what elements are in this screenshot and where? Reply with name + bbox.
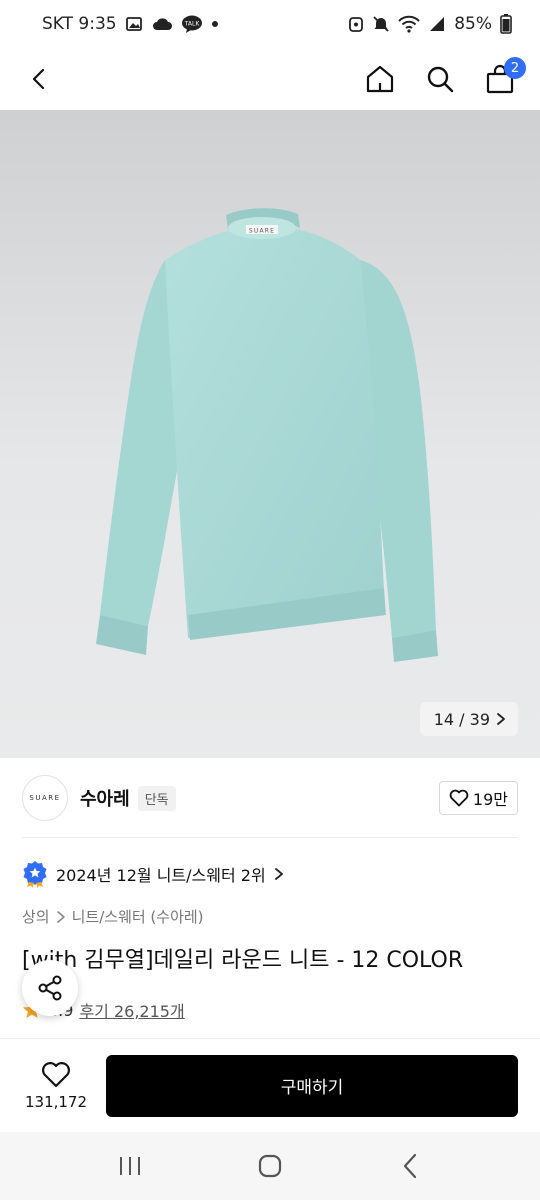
battery-icon xyxy=(500,14,512,34)
share-icon xyxy=(38,975,62,1001)
dot-icon xyxy=(211,20,219,28)
sweater-image: SUARE xyxy=(96,208,438,662)
product-title: [with 김무열]데일리 라운드 니트 - 12 COLOR xyxy=(22,948,464,973)
ranking-link[interactable]: 2024년 12월 니트/스웨터 2위 xyxy=(22,858,284,890)
home-icon xyxy=(366,65,394,93)
battery-percent: 85% xyxy=(454,14,492,34)
share-button[interactable] xyxy=(22,960,78,1016)
image-counter-text: 14 / 39 xyxy=(433,709,490,729)
signal-icon xyxy=(428,15,446,33)
chevron-left-icon xyxy=(32,68,45,90)
divider xyxy=(22,837,518,838)
top-nav: 2 xyxy=(0,48,540,110)
purchase-bar: 131,172 구매하기 xyxy=(0,1038,540,1132)
exclusive-tag: 단독 xyxy=(137,785,176,811)
wifi-icon xyxy=(398,15,420,33)
category-sub[interactable]: 니트/스웨터 (수아레) xyxy=(72,906,204,927)
brand-like-count: 19만 xyxy=(472,790,508,809)
gallery-icon xyxy=(125,15,143,33)
alarm-icon xyxy=(348,15,364,33)
review-count-link[interactable]: 후기 26,215개 xyxy=(79,998,184,1022)
search-icon xyxy=(427,66,454,93)
brand-logo-text: SUARE xyxy=(29,794,61,802)
ranking-text: 2024년 12월 니트/스웨터 2위 xyxy=(56,866,266,885)
system-nav-bar xyxy=(0,1132,540,1200)
recent-apps-icon xyxy=(120,1157,140,1175)
system-home-button[interactable] xyxy=(240,1141,300,1191)
search-button[interactable] xyxy=(420,59,460,99)
back-arrow-icon xyxy=(403,1153,417,1179)
home-circle-icon xyxy=(258,1154,282,1178)
product-image[interactable]: SUARE 14 / 39 xyxy=(0,110,540,758)
status-right: 85% xyxy=(348,14,512,34)
home-button[interactable] xyxy=(360,59,400,99)
carrier-time: SKT 9:35 xyxy=(42,14,117,34)
cart-button[interactable]: 2 xyxy=(480,57,526,99)
category-top[interactable]: 상의 xyxy=(22,906,50,927)
status-left: SKT 9:35 TALK xyxy=(42,14,219,34)
heart-icon xyxy=(449,789,469,807)
heart-icon xyxy=(42,1061,70,1087)
talk-icon: TALK xyxy=(181,15,203,33)
category-breadcrumb: 상의 니트/스웨터 (수아레) xyxy=(22,906,204,927)
mute-icon xyxy=(372,15,390,33)
wishlist-button[interactable]: 131,172 xyxy=(18,1061,94,1111)
chevron-right-icon xyxy=(56,910,65,923)
buy-button[interactable]: 구매하기 xyxy=(106,1054,518,1117)
cart-count-badge: 2 xyxy=(504,57,526,79)
ranking-badge-icon xyxy=(23,861,47,888)
sweater-label: SUARE xyxy=(249,228,275,235)
brand-row: SUARE 수아레 단독 19만 xyxy=(0,758,540,838)
system-back-button[interactable] xyxy=(380,1141,440,1191)
status-bar: SKT 9:35 TALK 85% xyxy=(0,0,540,48)
nav-actions: 2 xyxy=(360,57,526,99)
brand-like-button[interactable]: 19만 xyxy=(438,781,518,815)
back-button[interactable] xyxy=(20,59,60,99)
chevron-right-icon xyxy=(497,713,505,725)
brand-logo[interactable]: SUARE xyxy=(22,775,68,821)
cloud-icon xyxy=(151,16,173,32)
image-counter[interactable]: 14 / 39 xyxy=(419,702,518,736)
brand-name[interactable]: 수아레 xyxy=(80,785,130,811)
svg-text:TALK: TALK xyxy=(183,21,200,28)
recent-apps-button[interactable] xyxy=(100,1141,160,1191)
wishlist-count: 131,172 xyxy=(24,1092,88,1111)
chevron-right-icon xyxy=(274,868,283,880)
